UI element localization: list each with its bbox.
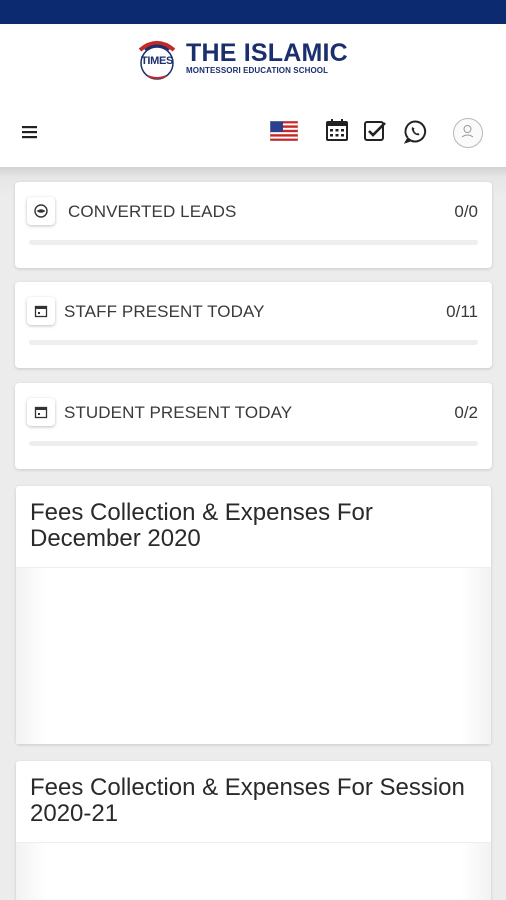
- checkbox-icon[interactable]: [363, 119, 387, 143]
- stat-label: STUDENT PRESENT TODAY: [64, 403, 293, 422]
- fees-card-title: Fees Collection & Expenses For December …: [30, 499, 373, 552]
- us-flag-icon[interactable]: [269, 120, 299, 142]
- logo-badge-text: TIMES: [140, 55, 174, 67]
- calendar-icon[interactable]: [325, 118, 349, 142]
- logo-title: THE ISLAMIC: [186, 39, 348, 67]
- avatar[interactable]: [453, 118, 483, 148]
- logo-subtitle: MONTESSORI EDUCATION SCHOOL: [186, 66, 329, 75]
- app-header: TIMES THE ISLAMIC MONTESSORI EDUCATION S…: [0, 24, 506, 167]
- stat-value: 0/0: [454, 202, 478, 221]
- progress-bar: [29, 340, 478, 345]
- fees-card-december: Fees Collection & Expenses For December …: [16, 486, 491, 744]
- calendar-icon: [27, 398, 55, 426]
- menu-icon[interactable]: [20, 122, 40, 142]
- stat-card-converted-leads[interactable]: CONVERTED LEADS 0/0: [15, 182, 492, 268]
- stat-label: CONVERTED LEADS: [68, 202, 237, 221]
- school-logo: TIMES THE ISLAMIC MONTESSORI EDUCATION S…: [132, 36, 362, 80]
- logo-badge: TIMES: [132, 36, 182, 80]
- stat-card-staff-present[interactable]: STAFF PRESENT TODAY 0/11: [15, 282, 492, 368]
- stat-value: 0/2: [454, 403, 478, 422]
- fees-chart-area: [16, 568, 491, 744]
- stat-value: 0/11: [446, 302, 478, 321]
- stat-label: STAFF PRESENT TODAY: [64, 302, 265, 321]
- whatsapp-icon[interactable]: [403, 119, 428, 144]
- progress-bar: [29, 240, 478, 245]
- fees-card-session: Fees Collection & Expenses For Session 2…: [16, 761, 491, 900]
- calendar-icon: [27, 297, 55, 325]
- fees-chart-area: [16, 843, 491, 900]
- status-bar: [0, 0, 506, 24]
- eye-icon: [27, 197, 55, 225]
- dashboard-content: CONVERTED LEADS 0/0 STAFF PRESENT TODAY …: [0, 167, 506, 900]
- fees-card-title: Fees Collection & Expenses For Session 2…: [30, 774, 465, 827]
- progress-bar: [29, 441, 478, 446]
- stat-card-student-present[interactable]: STUDENT PRESENT TODAY 0/2: [15, 383, 492, 469]
